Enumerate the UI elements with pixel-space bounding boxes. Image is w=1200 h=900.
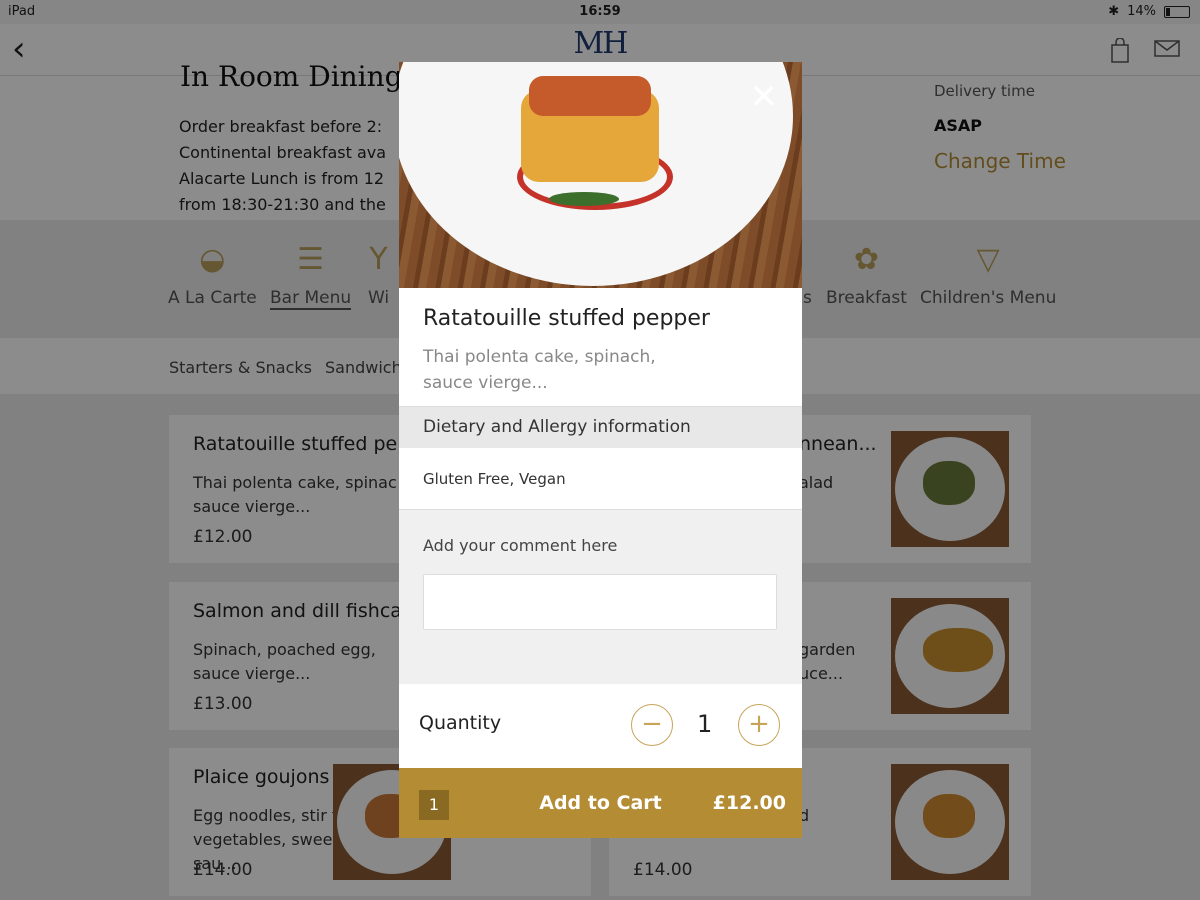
add-to-cart-button[interactable]: 1 Add to Cart £12.00 — [399, 768, 802, 838]
dish-info: Ratatouille stuffed pepper Thai polenta … — [399, 288, 802, 406]
dietary-value: Gluten Free, Vegan — [423, 470, 566, 488]
comment-label: Add your comment here — [423, 536, 618, 555]
quantity-value: 1 — [697, 710, 713, 738]
quantity-row: Quantity − 1 + — [399, 684, 802, 768]
dish-description: Thai polenta cake, spinach, sauce vierge… — [423, 347, 656, 393]
cart-price: £12.00 — [712, 792, 786, 814]
dish-name: Ratatouille stuffed pepper — [423, 306, 710, 331]
close-icon[interactable]: ✕ — [750, 80, 779, 114]
dish-detail-modal: ✕ Ratatouille stuffed pepper Thai polent… — [399, 62, 802, 838]
increase-quantity-button[interactable]: + — [738, 704, 780, 746]
dish-photo: ✕ — [399, 62, 802, 288]
dietary-heading: Dietary and Allergy information — [399, 406, 802, 448]
dietary-heading-text: Dietary and Allergy information — [423, 417, 691, 437]
decrease-quantity-button[interactable]: − — [631, 704, 673, 746]
comment-input[interactable] — [423, 574, 777, 630]
dietary-info: Gluten Free, Vegan — [399, 448, 802, 510]
quantity-label: Quantity — [419, 712, 502, 734]
